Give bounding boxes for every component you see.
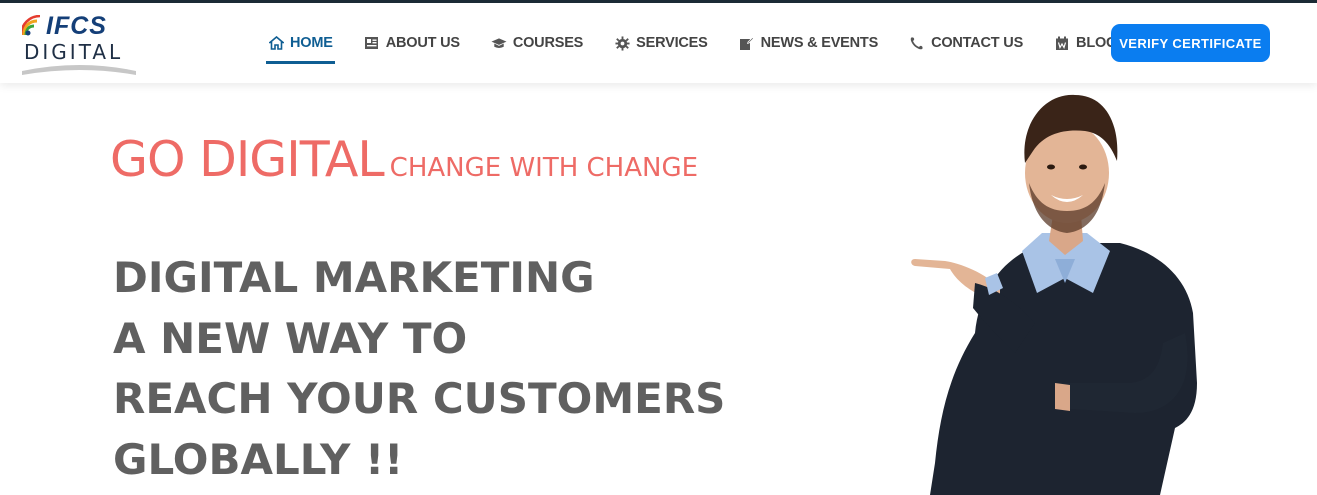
address-card-icon [364, 35, 380, 51]
tagline-main: GO DIGITAL [110, 131, 385, 188]
gear-icon [614, 35, 630, 51]
site-header: IFCS DIGITAL HOME ABOUT US COURSES SERVI… [0, 3, 1317, 83]
nav-services[interactable]: SERVICES [614, 25, 708, 61]
nav-courses-label: COURSES [512, 35, 584, 51]
nav-about-us[interactable]: ABOUT US [364, 25, 460, 61]
verify-certificate-button[interactable]: VERIFY CERTIFICATE [1111, 24, 1270, 62]
main-nav: HOME ABOUT US COURSES SERVICES NEWS & EV… [266, 3, 1148, 83]
brand-logo[interactable]: IFCS DIGITAL [18, 9, 140, 77]
calendar-icon [1054, 35, 1070, 51]
nav-blog[interactable]: BLOG [1054, 25, 1117, 61]
logo-swoosh [22, 65, 136, 75]
hero-person-image [911, 94, 1197, 495]
nav-news-events[interactable]: NEWS & EVENTS [739, 25, 878, 61]
nav-contact-us-label: CONTACT US [931, 35, 1024, 51]
home-icon [268, 35, 284, 51]
edit-document-icon [739, 35, 755, 51]
nav-courses[interactable]: COURSES [491, 25, 583, 61]
headline-line: A NEW WAY TO [113, 313, 468, 363]
hero-tagline: GO DIGITAL CHANGE WITH CHANGE [110, 131, 698, 188]
nav-home[interactable]: HOME [266, 25, 335, 64]
nav-services-label: SERVICES [636, 35, 708, 51]
headline-line: DIGITAL MARKETING [113, 253, 595, 302]
hero-banner: GO DIGITAL CHANGE WITH CHANGE DIGITAL MAR… [0, 83, 1317, 495]
headline-line: REACH YOUR CUSTOMERS [113, 374, 726, 423]
tagline-sub: CHANGE WITH CHANGE [389, 153, 699, 183]
hero-headline: DIGITAL MARKETING A NEW WAY TO REACH YOU… [113, 253, 725, 495]
headline-line: GLOBALLY !! [113, 434, 404, 484]
logo-text-top: IFCS [46, 12, 107, 40]
graduation-cap-icon [491, 35, 507, 51]
nav-contact-us[interactable]: CONTACT US [909, 25, 1023, 61]
signal-arcs-icon [22, 15, 41, 36]
nav-home-label: HOME [290, 35, 333, 51]
nav-news-events-label: NEWS & EVENTS [760, 35, 879, 51]
nav-about-us-label: ABOUT US [385, 35, 460, 51]
phone-icon [909, 35, 925, 51]
